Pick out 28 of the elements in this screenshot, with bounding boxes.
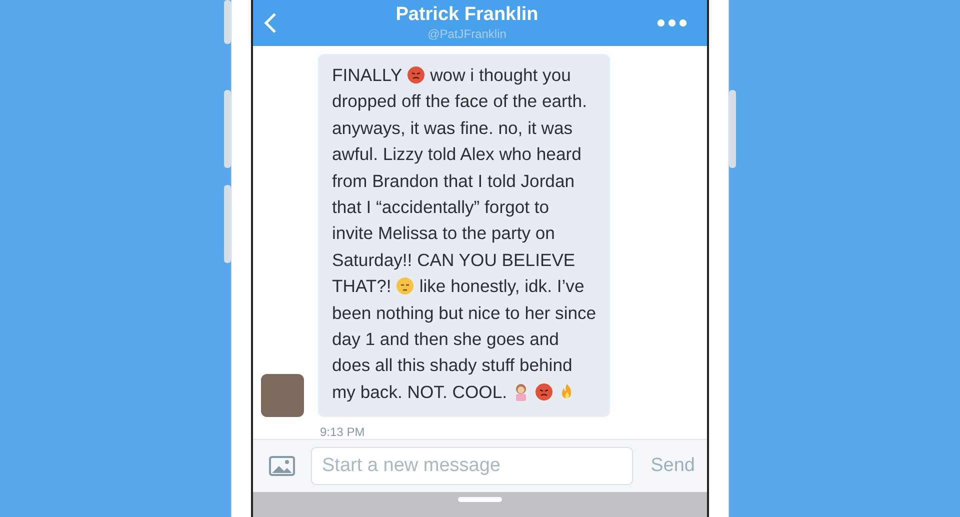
send-button[interactable]: Send	[650, 455, 695, 478]
message-text: my back. NOT. COOL.	[332, 380, 507, 404]
message-time: 9:13 PM	[320, 425, 366, 440]
message-text: does all this shady stuff behind	[332, 354, 572, 378]
face-emoji-icon	[407, 66, 426, 84]
message-text: anyways, it was fine. no, it was	[332, 116, 573, 140]
more-icon[interactable]	[657, 19, 687, 27]
message-input[interactable]: Start a new message	[311, 447, 633, 486]
contact-handle: @PatJFranklin	[428, 26, 506, 42]
message-text: that I “accidentally” forgot to	[332, 196, 550, 220]
message-text: from Brandon that I told Jordan	[332, 170, 575, 193]
avatar-placeholder	[261, 374, 304, 418]
message-text: wow i thought you	[430, 64, 571, 87]
message-text: invite Melissa to the party on	[332, 222, 555, 246]
back-icon[interactable]	[263, 12, 277, 34]
message-text: THAT?!	[332, 275, 392, 298]
face-emoji-icon	[535, 383, 553, 402]
message-text: day 1 and then she goes and	[332, 328, 559, 352]
message-text: been nothing but nice to her since	[332, 302, 596, 325]
message-text: Saturday!! CAN YOU BELIEVE	[332, 248, 576, 272]
home-indicator	[458, 497, 502, 502]
image-icon[interactable]	[269, 456, 295, 476]
message-text: awful. Lizzy told Alex who heard	[332, 143, 582, 166]
message-text: FINALLY	[332, 64, 402, 87]
contact-name: Patrick Franklin	[396, 4, 538, 26]
message-text: like honestly, idk. I’ve	[419, 275, 584, 298]
face-emoji-icon	[396, 277, 414, 296]
message-text: dropped off the face of the earth.	[332, 90, 587, 114]
